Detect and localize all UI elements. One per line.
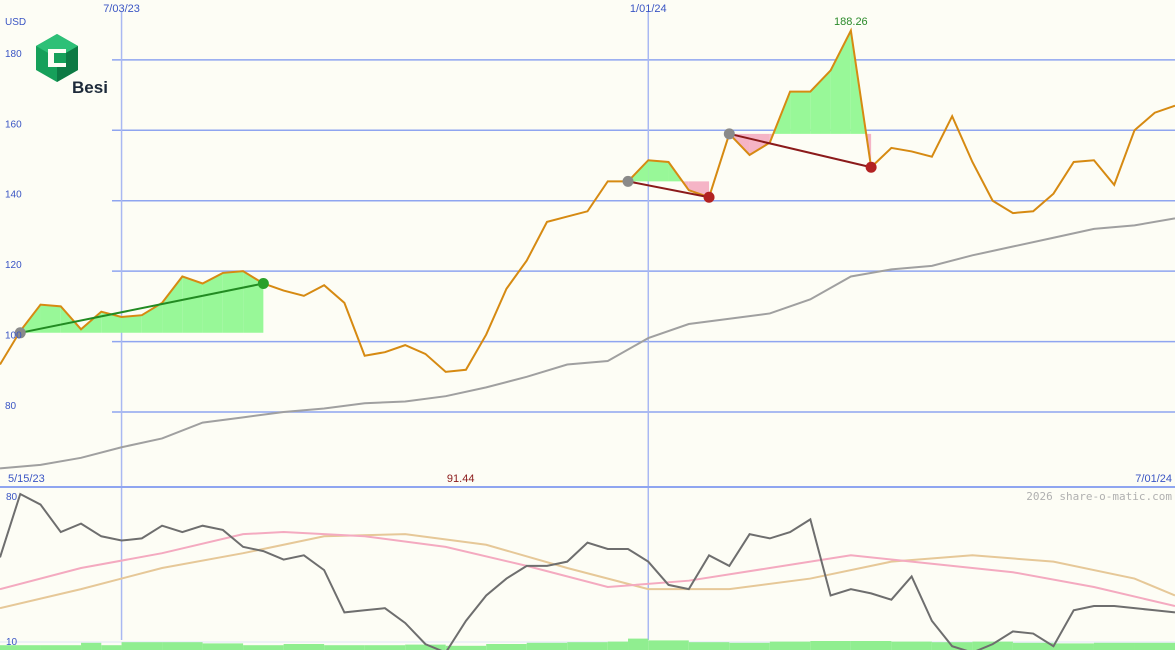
trend-1-fill-9-0 (182, 276, 203, 333)
volume-bar-8 (243, 645, 284, 650)
x-date-label-1: 7/03/23 (103, 3, 140, 15)
oscillator-layer (0, 492, 1175, 650)
trend-end-dot-1 (257, 278, 269, 289)
volume-bar-24 (850, 641, 892, 650)
y-tick-label-140: 140 (5, 190, 22, 201)
y-tick-label-180: 180 (5, 49, 22, 60)
trend-start-dot-2 (622, 175, 634, 187)
trend-start-dot-3 (723, 128, 735, 140)
trend-1-fill-8-0 (162, 276, 183, 333)
trend-2-fill-32-0 (648, 160, 669, 182)
copyright-text: 2026 share-o-matic.com (1026, 490, 1172, 503)
trend-marker-layer (14, 128, 877, 339)
trend-3-fill-41-0 (830, 30, 851, 134)
max-price-label: 188.26 (834, 16, 868, 28)
trend-3-fill-39-0 (790, 91, 811, 134)
volume-bar-19 (648, 640, 689, 650)
volume-bar-15 (526, 642, 568, 650)
volume-bar-4 (101, 645, 122, 650)
logo-hex-icon (36, 34, 78, 82)
range-start-label: 5/15/23 (8, 473, 45, 485)
volume-bar-9 (283, 644, 325, 650)
currency-label: USD (5, 17, 26, 28)
x-date-label-2: 1/01/24 (630, 3, 667, 15)
volume-bar-23 (810, 641, 851, 650)
volume-bar-14 (486, 644, 527, 650)
price-y-ticks: 80 100 120 140 160 180 (5, 49, 22, 412)
volume-bar-13 (445, 645, 487, 650)
brand-name: Besi (72, 78, 108, 97)
volume-bar-16 (567, 642, 608, 650)
osc-y-min-label: 10 (6, 637, 18, 648)
range-end-label: 7/01/24 (1135, 473, 1172, 485)
trend-end-dot-2 (703, 191, 715, 203)
volume-bar-30 (1093, 642, 1135, 650)
stock-chart: 80 100 120 140 160 180 USD 188.26 91.44 7/03/… (0, 3, 1175, 650)
volume-bar-6 (162, 642, 203, 650)
y-tick-label-120: 120 (5, 260, 22, 271)
trend-1-fill-6-0 (121, 315, 142, 333)
price-grid (112, 12, 1175, 640)
volume-bar-10 (324, 645, 365, 650)
volume-bar-2 (40, 645, 82, 650)
moving-average-layer (0, 217, 1175, 470)
volume-bar-28 (1012, 642, 1054, 650)
volume-bar-5 (121, 642, 163, 650)
moving-average-line (0, 217, 1175, 470)
volume-bar-7 (202, 643, 244, 650)
min-price-label: 91.44 (447, 473, 475, 485)
volume-bar-29 (1053, 643, 1094, 650)
y-tick-label-100: 100 (5, 331, 22, 342)
volume-bar-20 (688, 642, 730, 650)
y-tick-label-160: 160 (5, 119, 22, 130)
y-tick-label-80: 80 (5, 401, 17, 412)
osc-y-max-label: 80 (6, 492, 18, 503)
gain-loss-fills (20, 30, 872, 333)
volume-bar-17 (607, 641, 629, 650)
volume-bar-11 (364, 645, 406, 650)
volume-bar-31 (1134, 642, 1175, 650)
volume-bar-27 (972, 641, 1013, 650)
volume-bar-25 (891, 641, 932, 650)
brand-logo: Besi (36, 34, 108, 97)
trend-end-dot-3 (865, 161, 877, 173)
volume-bar-21 (729, 642, 770, 650)
volume-bar-3 (81, 642, 102, 650)
trend-1-fill-11-0 (222, 271, 244, 333)
volume-bar-18 (628, 638, 649, 650)
oscillator-line (0, 492, 1175, 650)
volume-bar-22 (769, 641, 811, 650)
